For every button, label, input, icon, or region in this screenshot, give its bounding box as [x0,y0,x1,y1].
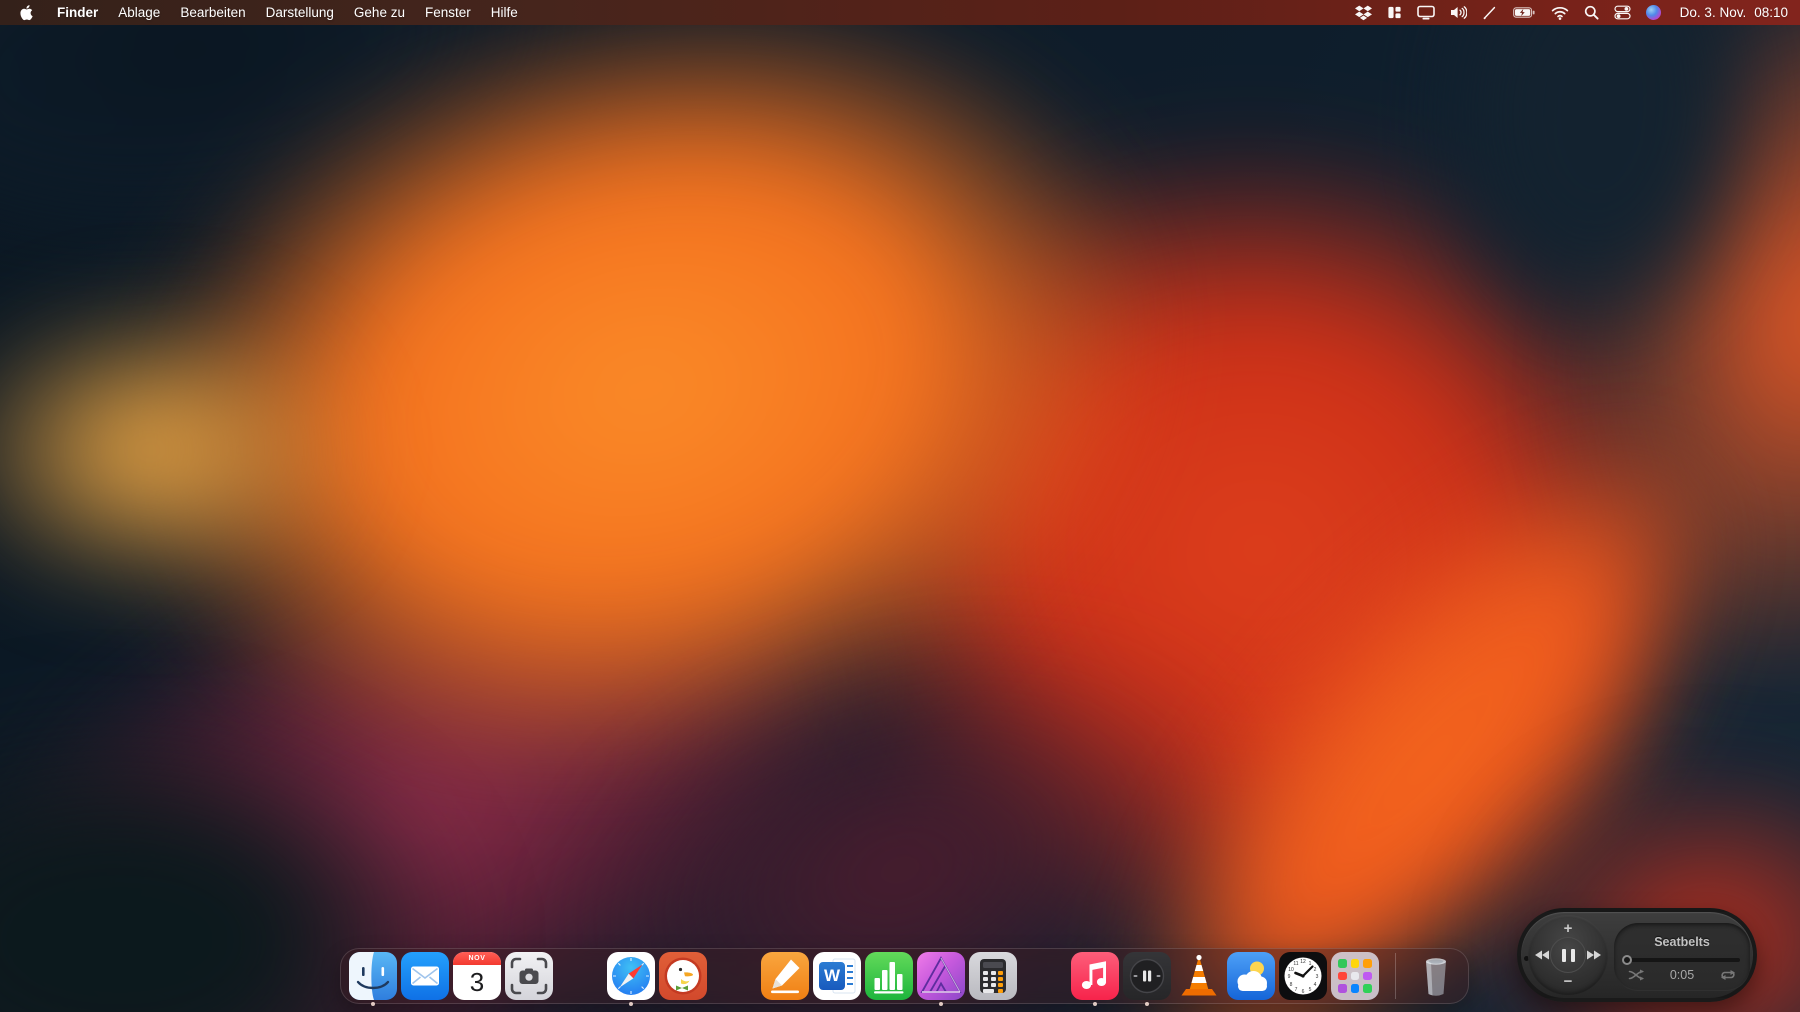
launchpad-icon [1331,952,1379,1000]
svg-text:5: 5 [1309,987,1312,993]
dock-media-remote[interactable] [1123,952,1171,1000]
svg-text:6: 6 [1302,989,1305,995]
search-icon[interactable] [1584,0,1599,25]
mini-player-screen: Seatbelts 0:05 [1614,923,1750,991]
dock-safari[interactable] [607,952,655,1000]
menu-bar-clock[interactable]: Do. 3. Nov. 08:10 [1680,5,1788,20]
display-mirroring-icon[interactable] [1416,0,1435,25]
screenshot-icon [505,952,553,1000]
menu-ablage[interactable]: Ablage [108,0,170,25]
svg-text:7: 7 [1295,987,1298,993]
siri-orb [1645,5,1661,20]
svg-text:3: 3 [1316,974,1319,980]
dock-spacer [711,952,757,1000]
mini-player-pad: + − [1528,915,1608,995]
dock-vlc[interactable] [1175,952,1223,1000]
progress-bar[interactable] [1622,955,1740,965]
dock-clock[interactable]: 12 3 6 9 1245 7 8 10 11 [1279,952,1327,1000]
svg-text:10: 10 [1288,967,1294,973]
play-pause-button[interactable] [1550,937,1586,973]
dock-screenshot[interactable] [505,952,553,1000]
volume-up-button[interactable]: + [1564,921,1573,936]
vlc-icon [1181,954,1217,996]
svg-text:1: 1 [1309,961,1312,967]
clock-icon: 12 3 6 9 1245 7 8 10 11 [1279,952,1327,1000]
dock-word[interactable]: W [813,952,861,1000]
dock-calendar[interactable]: NOV 3 [453,952,501,1000]
volume-icon[interactable] [1450,0,1467,25]
volume-down-button[interactable]: − [1564,974,1573,989]
dock-finder[interactable] [349,952,397,1000]
dock: NOV 3 W 12 3 6 9 1 2 4 5 7 8 10 11 [340,948,1469,1004]
control-center-icon[interactable] [1614,0,1631,25]
svg-text:11: 11 [1293,961,1298,967]
wifi-icon[interactable] [1551,0,1569,25]
window-manager-icon[interactable] [1387,0,1402,25]
clock-time: 08:10 [1754,5,1788,20]
dock-affinity-photo[interactable] [917,952,965,1000]
svg-text:12: 12 [1300,959,1306,965]
svg-text:9: 9 [1288,974,1291,980]
dock-calculator[interactable] [969,952,1017,1000]
desktop-wallpaper[interactable] [0,0,1800,1012]
dock-spacer [1021,952,1067,1000]
dock-launchpad[interactable] [1331,952,1379,1000]
mail-icon [401,952,449,1000]
numbers-icon [865,952,913,1000]
calculator-icon [969,952,1017,1000]
weather-icon [1227,952,1275,1000]
safari-icon [607,952,655,1000]
svg-text:4: 4 [1314,982,1317,988]
finder-icon [349,952,397,1000]
dock-numbers[interactable] [865,952,913,1000]
word-icon: W [813,952,861,1000]
previous-track-button[interactable] [1535,950,1550,961]
pages-icon [761,952,809,1000]
track-title: Seatbelts [1654,935,1710,949]
siri-icon[interactable] [1645,0,1661,25]
menu-fenster[interactable]: Fenster [415,0,481,25]
dock-spacer [557,952,603,1000]
shuffle-button[interactable] [1628,969,1644,981]
calculator-body [980,959,1006,993]
apple-menu[interactable] [16,0,47,25]
stylus-icon[interactable] [1482,0,1497,25]
elapsed-time: 0:05 [1669,968,1695,982]
dock-separator [1395,953,1396,999]
calendar-day: 3 [469,967,485,997]
dock-weather[interactable] [1227,952,1275,1000]
menu-hilfe[interactable]: Hilfe [481,0,528,25]
menu-bar-left: Finder Ablage Bearbeiten Darstellung Geh… [16,0,528,25]
dock-duckduckgo[interactable] [659,952,707,1000]
calendar-icon: NOV 3 [453,952,501,1000]
progress-knob[interactable] [1622,955,1632,965]
desktop: Finder Ablage Bearbeiten Darstellung Geh… [0,0,1800,1012]
word-letter: W [819,962,845,990]
next-track-button[interactable] [1586,950,1601,961]
dock-trash[interactable] [1412,952,1460,1000]
clock-date: Do. 3. Nov. [1679,5,1747,20]
apple-icon [20,5,33,21]
svg-text:2: 2 [1314,967,1317,973]
status-bar: Do. 3. Nov. 08:10 [1354,0,1788,25]
dock-mail[interactable] [401,952,449,1000]
dock-music[interactable] [1071,952,1119,1000]
menu-app-name[interactable]: Finder [47,0,108,25]
menu-darstellung[interactable]: Darstellung [256,0,344,25]
battery-charging-icon[interactable] [1512,0,1536,25]
svg-text:8: 8 [1290,982,1293,988]
media-remote-icon [1123,952,1171,1000]
affinity-photo-icon [917,952,965,1000]
menu-bar: Finder Ablage Bearbeiten Darstellung Geh… [0,0,1800,25]
music-icon [1071,952,1119,1000]
mini-player: + − Seatbelts 0:05 [1517,908,1757,1002]
dropbox-icon[interactable] [1354,0,1372,25]
repeat-button[interactable] [1720,969,1736,981]
menu-bearbeiten[interactable]: Bearbeiten [170,0,255,25]
dock-pages[interactable] [761,952,809,1000]
menu-gehe-zu[interactable]: Gehe zu [344,0,415,25]
calendar-month: NOV [453,952,501,965]
duckduckgo-icon [659,952,707,1000]
trash-icon [1426,958,1446,996]
